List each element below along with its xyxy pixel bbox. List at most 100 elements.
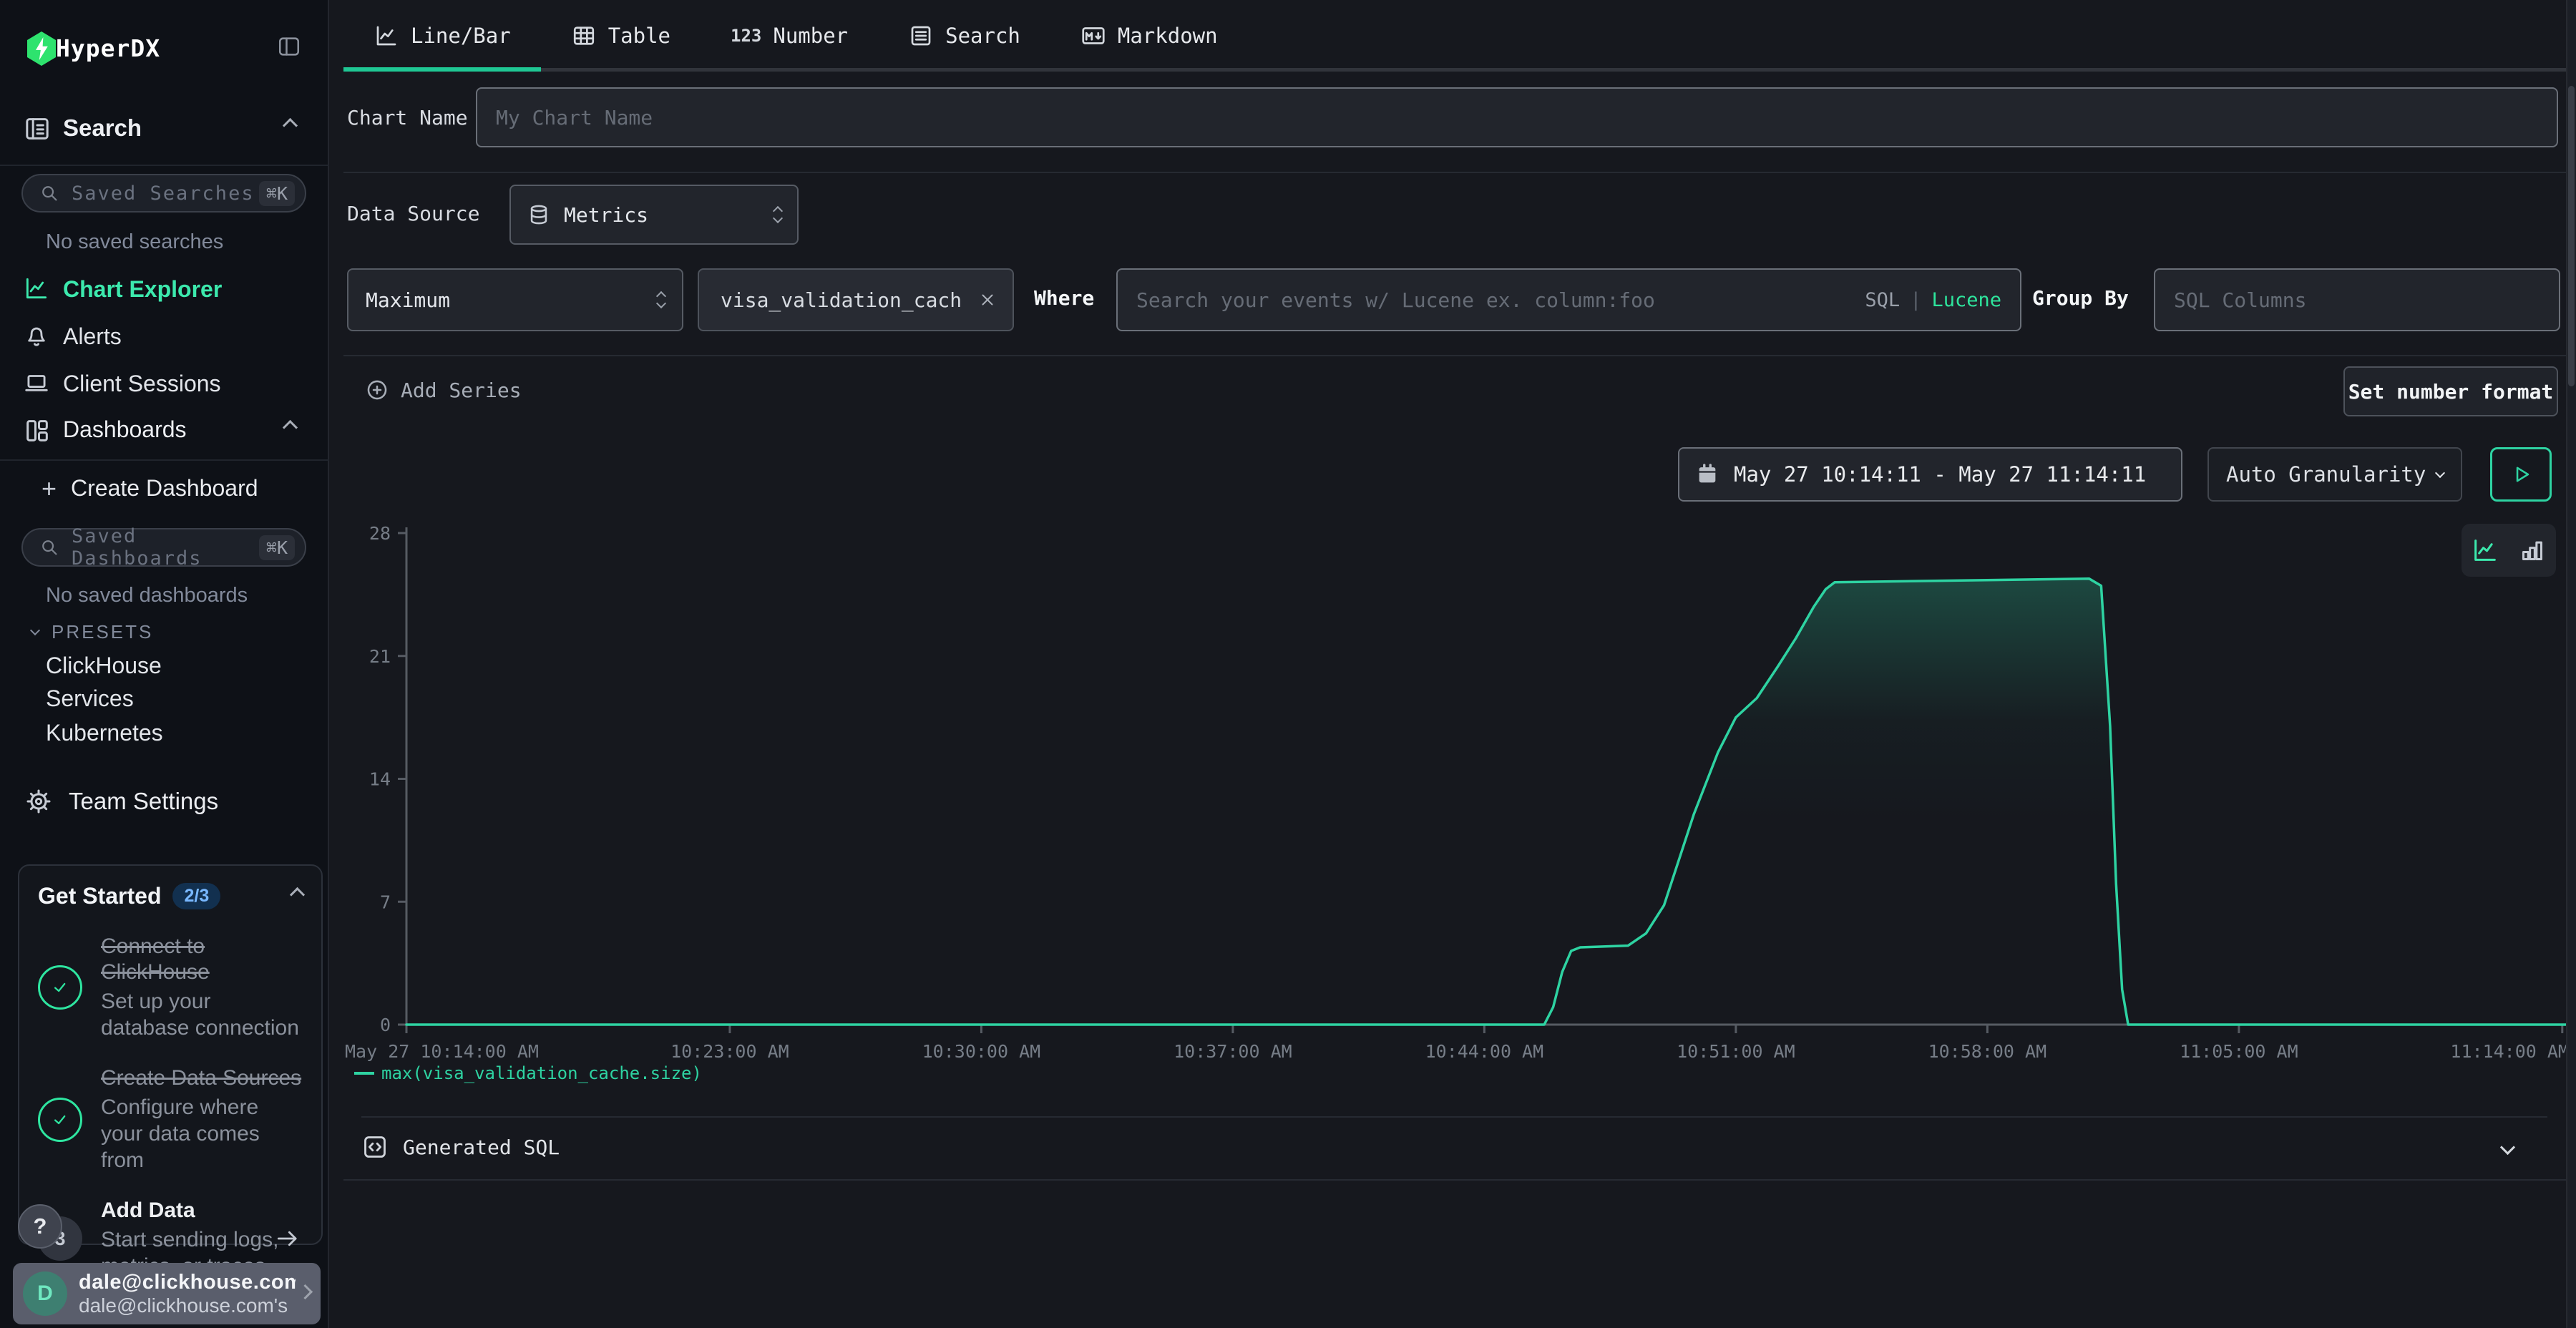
search-section-label: Search: [63, 114, 142, 142]
group-by-input[interactable]: SQL Columns: [2154, 268, 2560, 331]
where-placeholder: Search your events w/ Lucene ex. column:…: [1136, 288, 1655, 312]
presets-label: PRESETS: [52, 621, 153, 643]
metric-tag[interactable]: visa_validation_cach: [698, 268, 1014, 331]
add-series-button[interactable]: Add Series: [365, 378, 522, 402]
collapse-sidebar-icon[interactable]: [276, 34, 302, 59]
sidebar-item-client-sessions[interactable]: Client Sessions: [0, 365, 329, 402]
step-title: Add Data: [101, 1198, 303, 1224]
sidebar-item-label: Client Sessions: [63, 371, 221, 397]
divider: [0, 165, 329, 166]
divider: [343, 1179, 2576, 1181]
plus-circle-icon: [365, 378, 389, 402]
chart-display-toggle: [2462, 524, 2556, 577]
user-menu[interactable]: D dale@clickhouse.com dale@clickhouse.co…: [13, 1263, 321, 1324]
tab-label: Line/Bar: [411, 24, 511, 48]
chevron-up-icon[interactable]: [285, 120, 296, 135]
bar-chart-toggle-icon[interactable]: [2518, 536, 2547, 565]
svg-text:11:05:00 AM: 11:05:00 AM: [2180, 1041, 2298, 1062]
tab-markdown[interactable]: Markdown: [1050, 0, 1248, 72]
main-content: Line/Bar Table 123 Number Search Markdow…: [329, 0, 2576, 1328]
chart-legend[interactable]: max(visa_validation_cache.size): [354, 1063, 702, 1083]
plus-icon: +: [42, 476, 57, 502]
svg-text:0: 0: [380, 1015, 391, 1035]
tab-label: Markdown: [1118, 24, 1218, 48]
date-range-value: May 27 10:14:11 - May 27 11:14:11: [1734, 462, 2146, 487]
help-button[interactable]: ?: [18, 1204, 62, 1249]
chevron-right-icon: [300, 1286, 311, 1301]
laptop-icon: [23, 369, 50, 396]
app-title: HyperDX: [56, 34, 160, 62]
line-chart-icon: [374, 23, 399, 49]
list-icon: [908, 23, 934, 49]
tab-search[interactable]: Search: [878, 0, 1050, 72]
sidebar-item-chart-explorer[interactable]: Chart Explorer: [0, 270, 329, 308]
query-language-toggle[interactable]: SQL | Lucene: [1865, 289, 2001, 311]
svg-text:10:51:00 AM: 10:51:00 AM: [1677, 1041, 1795, 1062]
chevron-up-icon[interactable]: [285, 422, 296, 436]
search-icon: [39, 182, 60, 204]
get-started-title: Get Started: [38, 883, 161, 909]
shortcut-badge: ⌘K: [259, 535, 295, 560]
create-dashboard-button[interactable]: + Create Dashboard: [42, 475, 258, 502]
sql-option[interactable]: SQL: [1865, 289, 1900, 311]
aggregation-value: Maximum: [366, 288, 450, 312]
team-settings-item[interactable]: Team Settings: [24, 787, 218, 816]
scrollbar-thumb[interactable]: [2568, 86, 2575, 386]
separator: |: [1910, 289, 1921, 311]
search-icon: [39, 537, 60, 558]
preset-clickhouse[interactable]: ClickHouse: [46, 653, 162, 679]
bell-icon: [23, 322, 50, 349]
preset-services[interactable]: Services: [46, 685, 134, 712]
get-started-step-2[interactable]: Create Data Sources Configure where your…: [38, 1065, 303, 1173]
svg-text:14: 14: [369, 769, 391, 790]
metrics-chart[interactable]: 07142128May 27 10:14:00 AM10:23:00 AM10:…: [329, 429, 2576, 1102]
no-saved-searches-text: No saved searches: [46, 230, 223, 254]
chevron-down-icon[interactable]: [2502, 1142, 2513, 1156]
check-circle-icon: [38, 965, 82, 1010]
svg-text:7: 7: [380, 892, 391, 912]
run-query-button[interactable]: [2490, 447, 2552, 502]
metric-tag-label: visa_validation_cach: [721, 288, 962, 312]
chevron-up-icon[interactable]: [292, 889, 303, 904]
search-section-header[interactable]: Search: [0, 113, 329, 146]
table-icon: [571, 23, 597, 49]
presets-toggle[interactable]: PRESETS: [31, 621, 153, 643]
set-number-format-button[interactable]: Set number format: [2343, 366, 2558, 416]
tab-label: Search: [945, 24, 1020, 48]
saved-dashboards-input[interactable]: Saved Dashboards ⌘K: [21, 528, 306, 567]
where-input[interactable]: Search your events w/ Lucene ex. column:…: [1116, 268, 2021, 331]
saved-searches-input[interactable]: Saved Searches ⌘K: [21, 174, 306, 213]
preset-kubernetes[interactable]: Kubernetes: [46, 720, 163, 746]
get-started-step-1[interactable]: Connect to ClickHouse Set up your databa…: [38, 934, 303, 1041]
step-desc: Configure where your data comes from: [101, 1094, 303, 1173]
scrollbar[interactable]: [2566, 0, 2576, 1328]
line-chart-toggle-icon[interactable]: [2471, 536, 2499, 565]
select-chevrons-icon: [774, 208, 781, 222]
generated-sql-row[interactable]: Generated SQL: [361, 1116, 2562, 1179]
chart-name-input[interactable]: My Chart Name: [476, 87, 2558, 147]
svg-text:21: 21: [369, 646, 391, 667]
get-started-card: Get Started 2/3 Connect to ClickHouse Se…: [18, 864, 323, 1245]
dashboards-section-label: Dashboards: [63, 416, 187, 443]
data-source-value: Metrics: [564, 203, 648, 227]
tab-number[interactable]: 123 Number: [701, 0, 878, 72]
shortcut-badge: ⌘K: [259, 181, 295, 206]
data-source-select[interactable]: Metrics: [509, 185, 799, 245]
tab-table[interactable]: Table: [541, 0, 701, 72]
legend-line-swatch: [354, 1072, 374, 1075]
divider: [0, 459, 329, 461]
tab-line-bar[interactable]: Line/Bar: [343, 0, 541, 72]
team-settings-label: Team Settings: [69, 788, 218, 815]
gear-icon: [24, 787, 53, 816]
code-icon: [361, 1133, 389, 1161]
aggregation-select[interactable]: Maximum: [347, 268, 683, 331]
date-range-picker[interactable]: May 27 10:14:11 - May 27 11:14:11: [1678, 447, 2182, 502]
sidebar-item-alerts[interactable]: Alerts: [0, 318, 329, 355]
group-by-placeholder: SQL Columns: [2174, 288, 2306, 312]
svg-text:10:58:00 AM: 10:58:00 AM: [1928, 1041, 2047, 1062]
dashboards-section-header[interactable]: Dashboards: [0, 415, 329, 448]
lucene-option[interactable]: Lucene: [1931, 289, 2001, 311]
saved-searches-placeholder: Saved Searches: [72, 182, 259, 205]
granularity-select[interactable]: Auto Granularity: [2207, 447, 2462, 502]
close-icon[interactable]: [978, 290, 997, 309]
